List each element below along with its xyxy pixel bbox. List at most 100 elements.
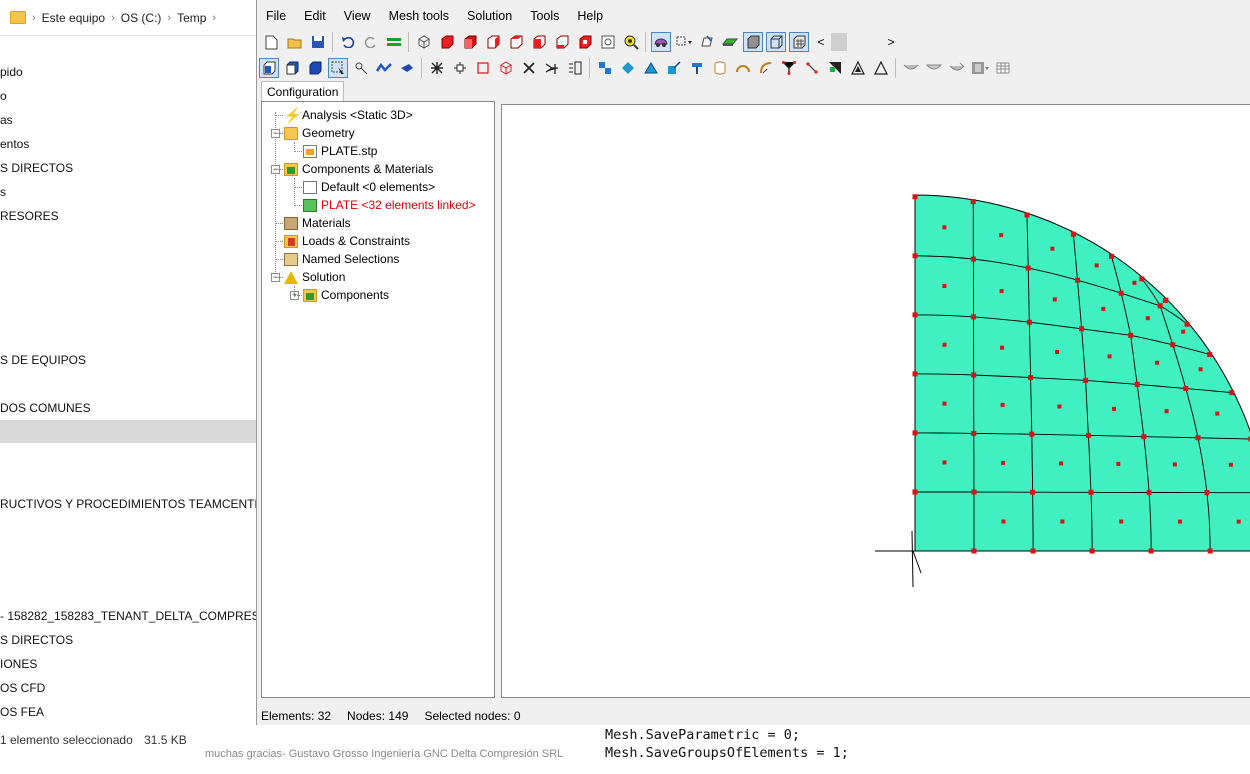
view-front-icon[interactable] <box>437 32 457 52</box>
section-tool-icon[interactable] <box>641 58 661 78</box>
menu-tools[interactable]: Tools <box>521 5 568 27</box>
view-right-icon[interactable] <box>506 32 526 52</box>
bowl-tool-3-icon[interactable] <box>947 58 967 78</box>
select-face-icon[interactable] <box>282 58 302 78</box>
view-top-icon[interactable] <box>529 32 549 52</box>
tree-item[interactable]: −Geometry <box>284 124 355 142</box>
nav-item[interactable]: s <box>0 185 256 199</box>
tree-item[interactable]: +Components <box>303 286 389 304</box>
x-tool-icon[interactable] <box>519 58 539 78</box>
mesh-cube-icon[interactable] <box>496 58 516 78</box>
hammer-tool-icon[interactable] <box>687 58 707 78</box>
bowl-tool-2-icon[interactable] <box>924 58 944 78</box>
toolbar-scroller[interactable]: < > <box>814 33 898 51</box>
pick-tool-icon[interactable] <box>351 58 371 78</box>
paint-tool-icon[interactable] <box>397 58 417 78</box>
equals-icon[interactable] <box>384 32 404 52</box>
view-iso-icon[interactable] <box>575 32 595 52</box>
bowl-tool-1-icon[interactable] <box>901 58 921 78</box>
mesh-canvas[interactable] <box>502 105 1250 698</box>
star-tool-icon[interactable] <box>427 58 447 78</box>
nav-item[interactable]: OS FEA <box>0 705 256 719</box>
menu-mesh-tools[interactable]: Mesh tools <box>380 5 458 27</box>
nav-item[interactable]: entos <box>0 137 256 151</box>
nav-item[interactable]: S DE EQUIPOS <box>0 353 256 367</box>
view-back-icon[interactable] <box>460 32 480 52</box>
selected-nav-item[interactable] <box>0 420 256 443</box>
menu-file[interactable]: File <box>257 5 295 27</box>
menu-edit[interactable]: Edit <box>295 5 335 27</box>
address-bar[interactable]: › Este equipo › OS (C:) › Temp › <box>0 0 256 36</box>
select-arrow-icon[interactable] <box>328 58 348 78</box>
mesh-viewport[interactable] <box>501 104 1250 698</box>
menu-solution[interactable]: Solution <box>458 5 521 27</box>
tree-item[interactable]: −Solution <box>284 268 345 286</box>
node-tool-icon[interactable] <box>779 58 799 78</box>
save-icon[interactable] <box>308 32 328 52</box>
tab-configuration[interactable]: Configuration <box>261 81 344 102</box>
scroll-track[interactable] <box>850 33 884 51</box>
scroll-thumb[interactable] <box>831 33 847 51</box>
triangle-outline-tool-icon[interactable] <box>871 58 891 78</box>
tree-item[interactable]: PLATE <32 elements linked> <box>303 196 476 214</box>
grid-tool-icon[interactable] <box>993 58 1013 78</box>
breadcrumb-os-c[interactable]: OS (C:) <box>121 11 162 25</box>
undo-icon[interactable] <box>338 32 358 52</box>
select-solid-icon[interactable] <box>305 58 325 78</box>
triangle-tool-icon[interactable] <box>848 58 868 78</box>
sparkle-tool-icon[interactable] <box>450 58 470 78</box>
tree-item[interactable]: −Components & Materials <box>284 160 433 178</box>
chevron-left-icon[interactable]: < <box>814 35 828 49</box>
open-folder-icon[interactable] <box>285 32 305 52</box>
measure-tool-icon[interactable] <box>618 58 638 78</box>
tree-item[interactable]: Default <0 elements> <box>303 178 435 196</box>
nav-item[interactable]: o <box>0 89 256 103</box>
zoom-fit-icon[interactable] <box>621 32 641 52</box>
film-tool-icon[interactable] <box>970 58 990 78</box>
align-tool-icon[interactable] <box>595 58 615 78</box>
nav-item[interactable]: OS CFD <box>0 681 256 695</box>
car-view-icon[interactable] <box>651 32 671 52</box>
dot-tool-icon[interactable] <box>802 58 822 78</box>
nav-item[interactable]: IONES <box>0 657 256 671</box>
tree-item[interactable]: PLATE.stp <box>303 142 377 160</box>
new-file-icon[interactable] <box>262 32 282 52</box>
chevron-right-icon[interactable]: > <box>884 35 898 49</box>
redo-icon[interactable] <box>361 32 381 52</box>
view-left-icon[interactable] <box>483 32 503 52</box>
tree-item[interactable]: ⚡Analysis <Static 3D> <box>284 106 413 124</box>
zoom-box-icon[interactable] <box>598 32 618 52</box>
select-dropdown-icon[interactable] <box>674 32 694 52</box>
breadcrumb-temp[interactable]: Temp <box>177 11 206 25</box>
rotate-view-icon[interactable] <box>697 32 717 52</box>
list-tool-icon[interactable] <box>565 58 585 78</box>
tree-item[interactable]: Named Selections <box>284 250 399 268</box>
nav-item[interactable]: S DIRECTOS <box>0 633 256 647</box>
nav-item[interactable]: - 158282_158283_TENANT_DELTA_COMPRESION_ <box>0 609 256 623</box>
cylinder-tool-icon[interactable] <box>710 58 730 78</box>
wireframe-view-icon[interactable] <box>766 32 786 52</box>
select-node-icon[interactable] <box>259 58 279 78</box>
sweep-tool-icon[interactable] <box>756 58 776 78</box>
hidden-line-view-icon[interactable] <box>789 32 809 52</box>
pattern-tool-icon[interactable] <box>825 58 845 78</box>
menu-view[interactable]: View <box>335 5 380 27</box>
nav-item[interactable]: as <box>0 113 256 127</box>
split-tool-icon[interactable] <box>542 58 562 78</box>
nav-item[interactable]: S DIRECTOS <box>0 161 256 175</box>
square-tool-icon[interactable] <box>473 58 493 78</box>
breadcrumb-este-equipo[interactable]: Este equipo <box>42 11 105 25</box>
nav-item[interactable]: DOS COMUNES <box>0 401 256 415</box>
nav-item[interactable]: RESORES <box>0 209 256 223</box>
wave-tool-icon[interactable] <box>374 58 394 78</box>
wire-cube-icon[interactable] <box>414 32 434 52</box>
tree-item[interactable]: Loads & Constraints <box>284 232 410 250</box>
nav-item[interactable]: RUCTIVOS Y PROCEDIMIENTOS TEAMCENTER Y S <box>0 497 256 511</box>
green-plane-icon[interactable] <box>720 32 740 52</box>
probe-tool-icon[interactable] <box>664 58 684 78</box>
tree-item[interactable]: Materials <box>284 214 351 232</box>
solid-view-icon[interactable] <box>743 32 763 52</box>
menu-help[interactable]: Help <box>568 5 612 27</box>
arc-tool-icon[interactable] <box>733 58 753 78</box>
view-bottom-icon[interactable] <box>552 32 572 52</box>
